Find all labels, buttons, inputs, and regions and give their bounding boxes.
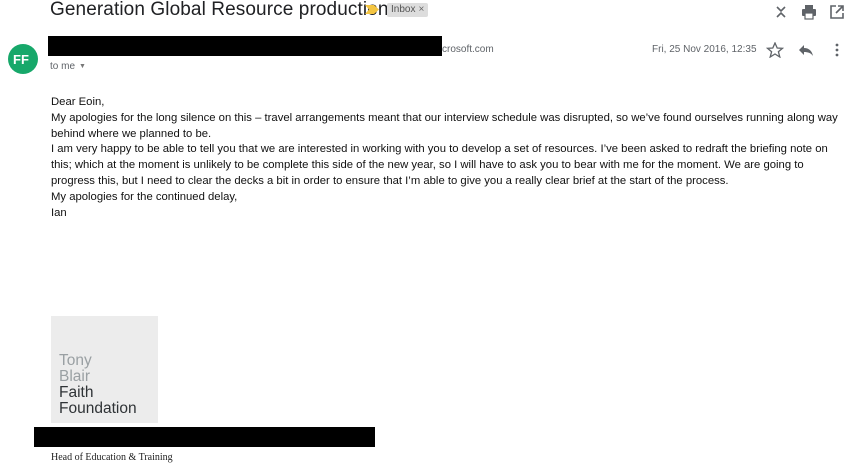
sender-avatar[interactable]: FF — [8, 44, 38, 74]
body-paragraph: My apologies for the continued delay, — [51, 190, 238, 203]
reply-icon[interactable] — [797, 42, 815, 58]
signature-job-title: Head of Education & Training — [51, 452, 173, 463]
chevron-down-icon[interactable]: ▼ — [79, 63, 86, 70]
inbox-label-text: Inbox — [391, 4, 416, 15]
print-icon[interactable] — [800, 3, 818, 21]
logo-line: Tony — [59, 352, 92, 369]
sender-email-domain: crosoft.com — [442, 44, 494, 55]
email-body: Dear Eoin, My apologies for the long sil… — [51, 95, 846, 221]
logo-line: Faith — [59, 384, 94, 401]
recipient-label: to me — [50, 61, 76, 72]
body-paragraph: My apologies for the long silence on thi… — [51, 111, 838, 140]
email-subject: Generation Global Resource production — [50, 0, 389, 20]
remove-label-icon[interactable]: × — [418, 4, 424, 15]
inbox-label-badge: Inbox × — [387, 3, 429, 17]
logo-line: Blair — [59, 368, 91, 385]
signoff: Ian — [51, 206, 67, 219]
redacted-sender-name — [48, 36, 442, 56]
email-date: Fri, 25 Nov 2016, 12:35 — [652, 44, 757, 55]
foundation-logo-icon: FF — [13, 52, 29, 67]
recipient-details[interactable]: to me ▼ — [50, 61, 86, 72]
star-icon[interactable] — [766, 42, 784, 58]
expand-collapse-icon[interactable] — [772, 3, 790, 21]
more-options-icon[interactable] — [828, 42, 846, 58]
body-paragraph: I am very happy to be able to tell you t… — [51, 143, 828, 187]
logo-line: Foundation — [59, 400, 137, 417]
important-marker-icon[interactable] — [365, 5, 379, 14]
redacted-signature-name — [34, 427, 375, 447]
foundation-logo: Tony Blair Faith Foundation — [51, 316, 158, 423]
avatar-initials: FF — [13, 52, 29, 67]
greeting: Dear Eoin, — [51, 96, 105, 108]
open-in-new-window-icon[interactable] — [828, 3, 846, 21]
